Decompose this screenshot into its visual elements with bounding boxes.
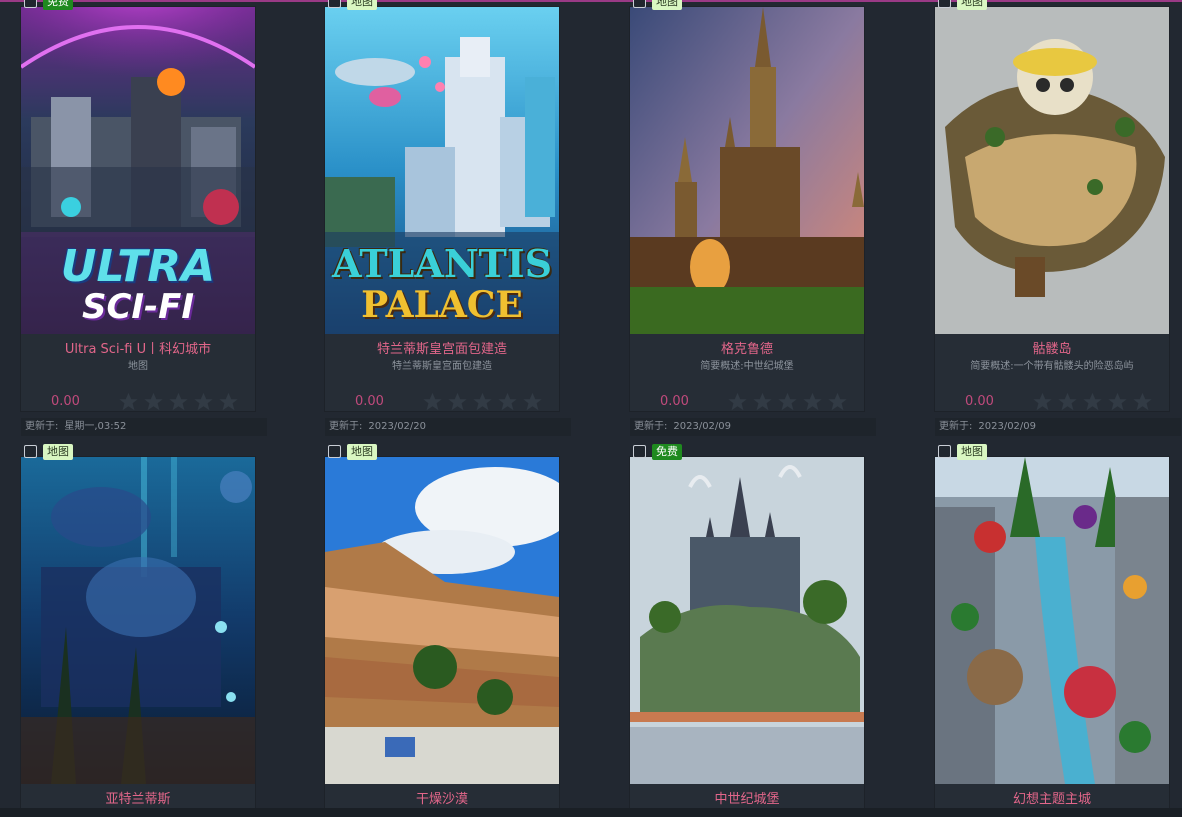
star-icon[interactable] [471, 391, 494, 413]
updated-date: 2023/02/09 [673, 421, 732, 432]
star-icon[interactable] [826, 391, 849, 413]
card-subtitle: 地图 [128, 361, 148, 372]
map-thumbnail[interactable] [325, 457, 559, 784]
updated-label: 更新于: [634, 421, 668, 432]
thumbnail-logo: ULTRA SCI-FI [60, 241, 216, 327]
card-title[interactable]: 亚特兰蒂斯 [21, 792, 255, 808]
price: 0.00 [51, 394, 80, 409]
rating-stars[interactable] [117, 391, 240, 413]
star-icon[interactable] [1056, 391, 1079, 413]
map-thumbnail[interactable] [935, 7, 1169, 334]
map-card[interactable]: 地图 干燥沙漠 [325, 444, 559, 817]
star-icon[interactable] [1081, 391, 1104, 413]
star-icon[interactable] [1106, 391, 1129, 413]
star-icon[interactable] [521, 391, 544, 413]
select-checkbox[interactable] [24, 0, 37, 8]
price: 0.00 [660, 394, 689, 409]
tag-badge: 地图 [347, 444, 377, 460]
map-thumbnail[interactable] [935, 457, 1169, 784]
map-thumbnail[interactable] [630, 7, 864, 334]
star-icon[interactable] [1131, 391, 1154, 413]
star-icon[interactable] [776, 391, 799, 413]
updated-row: 更新于: 2023/02/20 [325, 418, 571, 436]
tag-badge: 免费 [43, 0, 73, 10]
tag-badge: 地图 [43, 444, 73, 460]
card-subtitle: 简要概述:一个带有骷髅头的险恶岛屿 [970, 361, 1134, 372]
card-title[interactable]: 特兰蒂斯皇宫面包建造 [325, 342, 559, 358]
updated-date: 2023/02/09 [978, 421, 1037, 432]
star-icon[interactable] [751, 391, 774, 413]
card-title[interactable]: Ultra Sci-fi U丨科幻城市 [21, 342, 255, 358]
bottom-bar [0, 808, 1182, 817]
card-title[interactable]: 格克鲁德 [630, 342, 864, 358]
card-title[interactable]: 干燥沙漠 [325, 792, 559, 808]
star-icon[interactable] [1031, 391, 1054, 413]
rating-stars[interactable] [421, 391, 544, 413]
updated-row: 更新于: 2023/02/09 [935, 418, 1181, 436]
star-icon[interactable] [496, 391, 519, 413]
updated-label: 更新于: [939, 421, 973, 432]
star-icon[interactable] [142, 391, 165, 413]
card-subtitle: 简要概述:中世纪城堡 [700, 361, 794, 372]
select-checkbox[interactable] [24, 445, 37, 458]
map-grid: 免费 ULTRA SCI-FI Ultra Sci-fi U丨科幻城市 地图 0… [0, 0, 1182, 817]
updated-date: 星期一,03:52 [64, 421, 127, 432]
updated-label: 更新于: [25, 421, 59, 432]
select-checkbox[interactable] [328, 0, 341, 8]
map-card[interactable]: 地图 亚特兰蒂斯 [21, 444, 255, 817]
map-card[interactable]: 地图 格克鲁德 简要概述:中世纪城堡 0.00 更新于: 2023/02/09 [630, 0, 876, 436]
rating-stars[interactable] [726, 391, 849, 413]
card-title[interactable]: 幻想主题主城 [935, 792, 1169, 808]
select-checkbox[interactable] [633, 0, 646, 8]
map-card[interactable]: 地图 幻想主题主城 [935, 444, 1169, 817]
star-icon[interactable] [801, 391, 824, 413]
tag-badge: 免费 [652, 444, 682, 460]
star-icon[interactable] [446, 391, 469, 413]
price: 0.00 [965, 394, 994, 409]
map-thumbnail[interactable]: ULTRA SCI-FI [21, 7, 255, 334]
select-checkbox[interactable] [328, 445, 341, 458]
map-thumbnail[interactable] [630, 457, 864, 784]
map-card[interactable]: 免费 中世纪城堡 [630, 444, 864, 817]
map-thumbnail[interactable]: ATLANTIS PALACE [325, 7, 559, 334]
map-card[interactable]: 地图 骷髅岛 简要概述:一个带有骷髅头的险恶岛屿 0.00 更新于: 2023/… [935, 0, 1181, 436]
updated-row: 更新于: 星期一,03:52 [21, 418, 267, 436]
select-checkbox[interactable] [938, 445, 951, 458]
star-icon[interactable] [217, 391, 240, 413]
star-icon[interactable] [726, 391, 749, 413]
updated-row: 更新于: 2023/02/09 [630, 418, 876, 436]
card-subtitle: 特兰蒂斯皇宫面包建造 [392, 361, 492, 372]
star-icon[interactable] [117, 391, 140, 413]
tag-badge: 地图 [957, 444, 987, 460]
select-checkbox[interactable] [633, 445, 646, 458]
rating-stars[interactable] [1031, 391, 1154, 413]
updated-date: 2023/02/20 [368, 421, 427, 432]
price: 0.00 [355, 394, 384, 409]
card-title[interactable]: 中世纪城堡 [630, 792, 864, 808]
tag-badge: 地图 [652, 0, 682, 10]
map-card[interactable]: 免费 ULTRA SCI-FI Ultra Sci-fi U丨科幻城市 地图 0… [21, 0, 267, 436]
map-card[interactable]: 地图 ATLANTIS PALACE 特兰蒂斯皇宫面包建造 特兰蒂斯皇宫面包建造… [325, 0, 571, 436]
tag-badge: 地图 [347, 0, 377, 10]
card-title[interactable]: 骷髅岛 [935, 342, 1169, 358]
star-icon[interactable] [167, 391, 190, 413]
map-thumbnail[interactable] [21, 457, 255, 784]
tag-badge: 地图 [957, 0, 987, 10]
thumbnail-logo: ATLANTIS PALACE [331, 241, 553, 326]
star-icon[interactable] [192, 391, 215, 413]
star-icon[interactable] [421, 391, 444, 413]
updated-label: 更新于: [329, 421, 363, 432]
select-checkbox[interactable] [938, 0, 951, 8]
